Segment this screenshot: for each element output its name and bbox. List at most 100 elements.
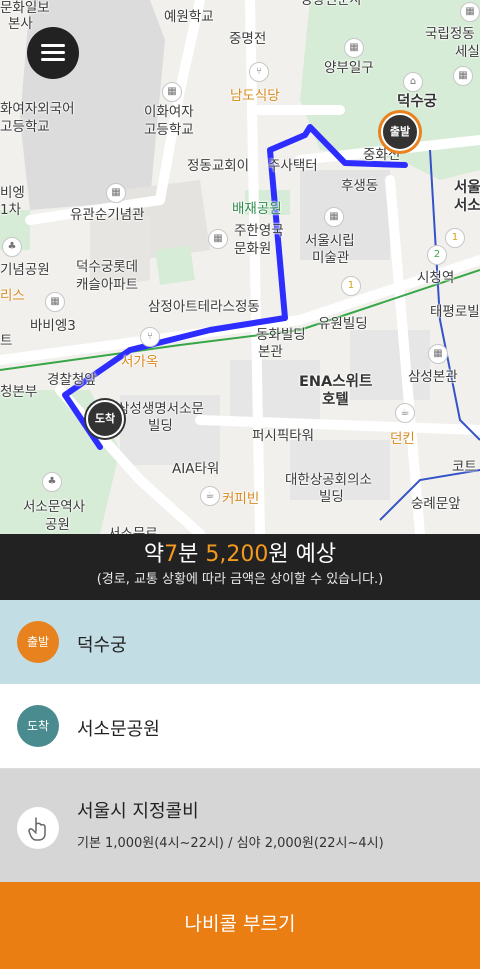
map-label: 예원학교: [164, 9, 214, 25]
fee-detail: 기본 1,000원(4시~22시) / 심야 2,000원(22시~4시): [77, 836, 384, 851]
map-label: 주한영국: [234, 223, 284, 239]
map-label: 청본부: [0, 384, 38, 400]
map-label: 화여자외국어: [0, 101, 75, 117]
map-label: 고등학교: [144, 122, 194, 138]
map-label: 커피빈: [222, 491, 260, 507]
map-label: 던킨: [390, 431, 415, 447]
destination-row[interactable]: 도착 서소문공원: [0, 684, 480, 769]
fare-estimate-text: 약7분 5,200원 예상: [0, 534, 480, 570]
map-label: 삼성생명서소문: [117, 401, 204, 417]
map-label: 바비엥3: [30, 318, 76, 334]
map-label: 정동교회이: [187, 158, 250, 174]
map-label: 유관순기념관: [70, 207, 145, 223]
map-label: 트: [0, 333, 13, 349]
restaurant-icon: ⑂: [249, 62, 269, 82]
destination-text: 서소문공원: [77, 719, 160, 740]
map-label: 캐슬아파트: [76, 277, 139, 293]
map-label: ENA스위트: [299, 374, 373, 390]
map-label: 태평로빌: [430, 304, 480, 320]
map-label: 퍼시픽타워: [252, 428, 315, 444]
subway-icon: 2: [427, 245, 447, 265]
map-label: 경찰청앞: [47, 372, 97, 388]
map-label: 문화원: [234, 241, 272, 257]
building-icon: ▦: [460, 2, 480, 22]
call-fee-info: 서울시 지정콜비 기본 1,000원(4시~22시) / 심야 2,000원(2…: [0, 769, 480, 882]
map-label: 대한상공회의소: [285, 472, 372, 488]
map-label: 고등학교: [0, 119, 50, 135]
estimate-note: (경로, 교통 상황에 따라 금액은 상이할 수 있습니다.): [96, 572, 384, 587]
building-icon: ▦: [208, 229, 228, 249]
building-icon: ▦: [453, 66, 473, 86]
menu-button[interactable]: [27, 27, 79, 79]
map-view[interactable]: 문화일보 본사 예원학교 중명전 경향신문사 국립정동 세실 양부일구 덕수궁 …: [0, 0, 480, 534]
building-icon: ▦: [45, 292, 65, 312]
call-button[interactable]: 나비콜 부르기: [0, 882, 480, 969]
map-label: 숭례문앞: [411, 496, 461, 512]
map-label: 빌딩: [148, 418, 173, 434]
map-label: 양부일구: [324, 60, 374, 76]
map-label: 주사택터: [268, 158, 318, 174]
building-icon: ▦: [162, 82, 182, 102]
start-location-text: 덕수궁: [77, 635, 127, 656]
map-label: 리스: [0, 288, 25, 304]
fare-estimate: 약7분 5,200원 예상 (경로, 교통 상황에 따라 금액은 상이할 수 있…: [0, 534, 480, 600]
start-location-row[interactable]: 출발 덕수궁: [0, 600, 480, 684]
estimate-prefix: 약: [143, 542, 165, 567]
map-label: 경향신문사: [300, 0, 363, 8]
map-label: 삼정아트테라스정동: [148, 299, 260, 315]
start-pin[interactable]: 출발: [381, 113, 419, 151]
map-label: 빌딩: [319, 489, 344, 505]
cafe-icon: ☕: [200, 486, 220, 506]
map-label: AIA타워: [172, 461, 220, 477]
map-label: 기념공원: [0, 262, 50, 278]
map-label: 서울: [454, 180, 480, 196]
building-icon: ▦: [324, 207, 344, 227]
start-badge: 출발: [17, 621, 59, 663]
map-label: 미술관: [312, 250, 350, 266]
park-icon: ♣: [42, 472, 62, 492]
menu-icon-bar: [41, 51, 65, 54]
map-label: 호텔: [322, 392, 349, 408]
palace-icon: ⌂: [403, 72, 423, 92]
estimate-minute-unit: 분: [178, 542, 199, 567]
subway-icon: 1: [341, 276, 361, 296]
map-label: 후생동: [341, 178, 379, 194]
estimate-minutes: 7: [164, 542, 179, 567]
map-label: 유원빌딩: [318, 316, 368, 332]
menu-icon-bar: [41, 58, 65, 61]
map-label: 코트: [452, 459, 477, 475]
map-label: 본사: [8, 16, 33, 32]
map-label: 배재공원: [232, 201, 282, 217]
subway-icon: 1: [445, 228, 465, 248]
map-label: 국립정동: [425, 26, 475, 42]
cafe-icon: ☕: [395, 403, 415, 423]
hand-pointer-icon: [17, 807, 59, 849]
map-label: 1차: [0, 202, 22, 218]
map-label: 서가옥: [121, 354, 159, 370]
estimate-price: 5,200: [205, 542, 269, 567]
map-label: 공원: [45, 517, 70, 533]
building-icon: ▦: [344, 38, 364, 58]
end-pin[interactable]: 도착: [86, 400, 124, 438]
map-label: 문화일보: [0, 0, 50, 16]
map-label: 시청역: [417, 270, 455, 286]
map-label: 서소문역사: [23, 499, 86, 515]
map-label: 서소: [454, 198, 480, 214]
map-label: 비엥: [0, 185, 25, 201]
destination-badge: 도착: [17, 705, 59, 747]
map-label: 삼성본관: [408, 369, 458, 385]
map-label: 중명전: [229, 31, 267, 47]
estimate-suffix: 원 예상: [268, 542, 337, 567]
map-label: 덕수궁: [397, 94, 438, 110]
map-label: 세실: [455, 44, 480, 60]
map-label: 덕수궁롯데: [76, 259, 139, 275]
fee-title: 서울시 지정콜비: [77, 801, 199, 822]
restaurant-icon: ⑂: [140, 327, 160, 347]
map-label: 본관: [258, 344, 283, 360]
menu-icon-bar: [41, 44, 65, 47]
map-label: 남도식당: [230, 88, 280, 104]
map-label: 서소문로: [108, 526, 158, 534]
map-label: 동화빌딩: [256, 327, 306, 343]
park-icon: ♣: [2, 237, 22, 257]
building-icon: ▦: [106, 183, 126, 203]
